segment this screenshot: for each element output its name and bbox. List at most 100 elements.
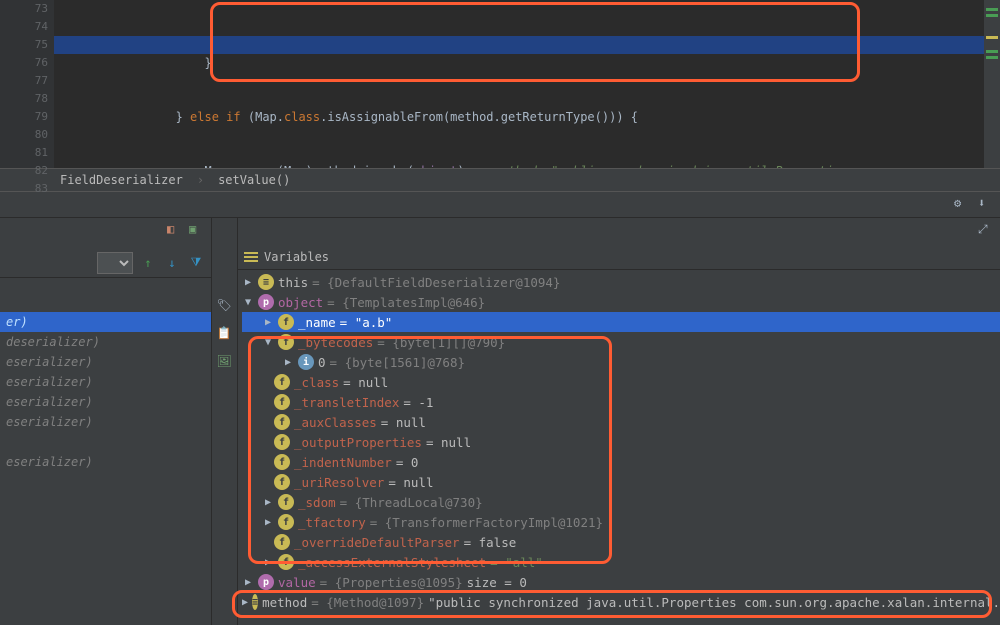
- expand-icon[interactable]: ▶: [242, 277, 254, 288]
- line-number: 80: [22, 126, 48, 144]
- chevron-right-icon: ›: [197, 173, 204, 187]
- breadcrumb-method[interactable]: setValue(): [218, 173, 290, 187]
- image-icon[interactable]: 🖼: [217, 354, 233, 370]
- var-name: _tfactory: [298, 515, 366, 530]
- minimap[interactable]: [984, 0, 1000, 168]
- var-value: = null: [343, 375, 388, 390]
- var-value: = -1: [403, 395, 433, 410]
- line-number: 74: [22, 18, 48, 36]
- line-number: 76: [22, 54, 48, 72]
- expand-icon[interactable]: ▶: [242, 577, 254, 588]
- field-icon: f: [274, 394, 290, 410]
- var-row-tfactory[interactable]: ▶ f _tfactory = {TransformerFactoryImpl@…: [242, 512, 1000, 532]
- var-row-method[interactable]: ▶ ≡ method = {Method@1097} "public synch…: [242, 592, 1000, 612]
- field-icon: f: [274, 534, 290, 550]
- line-number-gutter: 73 74 75 76 77 78 79 80 81 82 83: [22, 0, 54, 168]
- variables-panel[interactable]: ⤢ Variables ▶ ≡ this = {DefaultFieldDese…: [238, 218, 1000, 625]
- line-number: 81: [22, 144, 48, 162]
- var-value: = {byte[1][]@790}: [377, 335, 505, 350]
- filter-icon[interactable]: ⧩: [187, 254, 205, 272]
- frame-list[interactable]: er) deserializer) eserializer) eserializ…: [0, 278, 211, 472]
- line-number: 73: [22, 0, 48, 18]
- breadcrumb[interactable]: FieldDeserializer › setValue(): [0, 168, 1000, 192]
- var-value: = {TransformerFactoryImpl@1021}: [370, 515, 603, 530]
- breadcrumb-class[interactable]: FieldDeserializer: [60, 173, 183, 187]
- var-value: = 0: [396, 455, 419, 470]
- var-name: 0: [318, 355, 326, 370]
- var-row-object[interactable]: ▼ p object = {TemplatesImpl@646}: [242, 292, 1000, 312]
- expand-icon[interactable]: ▶: [282, 357, 294, 368]
- frames-panel[interactable]: ◧ ▣ ↑ ↓ ⧩ er) deserializer) eserializer)…: [0, 218, 212, 625]
- object-icon: ≡: [258, 274, 274, 290]
- expand-icon[interactable]: ▶: [262, 497, 274, 508]
- var-value: = null: [426, 435, 471, 450]
- expand-icon[interactable]: ▶: [262, 517, 274, 528]
- var-row-class[interactable]: f _class = null: [242, 372, 1000, 392]
- code-text: Map map = (Map)method.invoke(: [60, 164, 414, 168]
- bookmark-icon[interactable]: 🏷: [217, 298, 233, 314]
- minimap-marker: [986, 14, 998, 17]
- code-area[interactable]: } } else if (Map.class.isAssignableFrom(…: [54, 0, 1000, 168]
- thread-selector[interactable]: [97, 252, 133, 274]
- camera-icon[interactable]: ◧: [167, 222, 183, 238]
- var-value: = "a.b": [340, 315, 393, 330]
- var-row-transletindex[interactable]: f _transletIndex = -1: [242, 392, 1000, 412]
- field-icon: f: [278, 494, 294, 510]
- arrow-down-icon[interactable]: ↓: [163, 254, 181, 272]
- var-name: method: [262, 595, 307, 610]
- stack-frame[interactable]: eserializer): [0, 372, 211, 392]
- stack-frame[interactable]: eserializer): [0, 412, 211, 432]
- line-number: 75: [22, 36, 48, 54]
- expand-icon[interactable]: ▶: [262, 557, 274, 568]
- var-row-auxclasses[interactable]: f _auxClasses = null: [242, 412, 1000, 432]
- stack-frame[interactable]: eserializer): [0, 452, 211, 472]
- arrow-up-icon[interactable]: ↑: [139, 254, 157, 272]
- var-row-bytecodes[interactable]: ▼ f _bytecodes = {byte[1][]@790}: [242, 332, 1000, 352]
- restore-icon[interactable]: ⤢: [978, 222, 994, 238]
- var-row-indent[interactable]: f _indentNumber = 0: [242, 452, 1000, 472]
- minimap-marker: [986, 50, 998, 53]
- minimap-marker: [986, 56, 998, 59]
- code-editor[interactable]: 73 74 75 76 77 78 79 80 81 82 83 } } els…: [0, 0, 1000, 168]
- minimap-marker: [986, 36, 998, 39]
- code-text: );: [457, 164, 493, 168]
- action-rail: 🏷 📋 🖼: [212, 218, 238, 625]
- var-row-this[interactable]: ▶ ≡ this = {DefaultFieldDeserializer@109…: [242, 272, 1000, 292]
- minimap-marker: [986, 8, 998, 11]
- var-row-override[interactable]: f _overrideDefaultParser = false: [242, 532, 1000, 552]
- field-icon: f: [278, 314, 294, 330]
- var-row-value[interactable]: ▶ p value = {Properties@1095} size = 0: [242, 572, 1000, 592]
- clipboard-icon[interactable]: 📋: [217, 326, 233, 342]
- field-icon: f: [274, 374, 290, 390]
- stack-frame[interactable]: [0, 432, 211, 452]
- collapse-icon[interactable]: ▼: [242, 297, 254, 308]
- photo-icon[interactable]: ▣: [189, 222, 205, 238]
- var-row-sdom[interactable]: ▶ f _sdom = {ThreadLocal@730}: [242, 492, 1000, 512]
- variables-header: Variables: [238, 244, 1000, 270]
- stack-frame[interactable]: deserializer): [0, 332, 211, 352]
- line-number: 77: [22, 72, 48, 90]
- expand-icon[interactable]: ▶: [242, 597, 248, 608]
- var-value: = null: [388, 475, 433, 490]
- var-row-uriresolver[interactable]: f _uriResolver = null: [242, 472, 1000, 492]
- var-row-outputprops[interactable]: f _outputProperties = null: [242, 432, 1000, 452]
- expand-icon[interactable]: ▶: [262, 317, 274, 328]
- gear-icon[interactable]: ⚙: [954, 196, 970, 212]
- variables-tree[interactable]: ▶ ≡ this = {DefaultFieldDeserializer@109…: [238, 270, 1000, 616]
- keyword: else: [190, 110, 219, 124]
- current-execution-line: [54, 36, 1000, 54]
- stack-frame[interactable]: eserializer): [0, 392, 211, 412]
- var-value: = false: [464, 535, 517, 550]
- var-name: _indentNumber: [294, 455, 392, 470]
- var-row-bytecodes-0[interactable]: ▶ i 0 = {byte[1561]@768}: [242, 352, 1000, 372]
- var-name: _overrideDefaultParser: [294, 535, 460, 550]
- var-row-name[interactable]: ▶ f _name = "a.b": [242, 312, 1000, 332]
- stack-frame[interactable]: eserializer): [0, 352, 211, 372]
- stack-frame[interactable]: er): [0, 312, 211, 332]
- collapse-icon[interactable]: ▼: [262, 337, 274, 348]
- debugger-panel: ◧ ▣ ↑ ↓ ⧩ er) deserializer) eserializer)…: [0, 218, 1000, 625]
- line-number: 82: [22, 162, 48, 180]
- download-icon[interactable]: ⬇: [978, 196, 994, 212]
- var-row-accessext[interactable]: ▶ f _accessExternalStylesheet = "all": [242, 552, 1000, 572]
- var-value: = {Properties@1095}: [320, 575, 463, 590]
